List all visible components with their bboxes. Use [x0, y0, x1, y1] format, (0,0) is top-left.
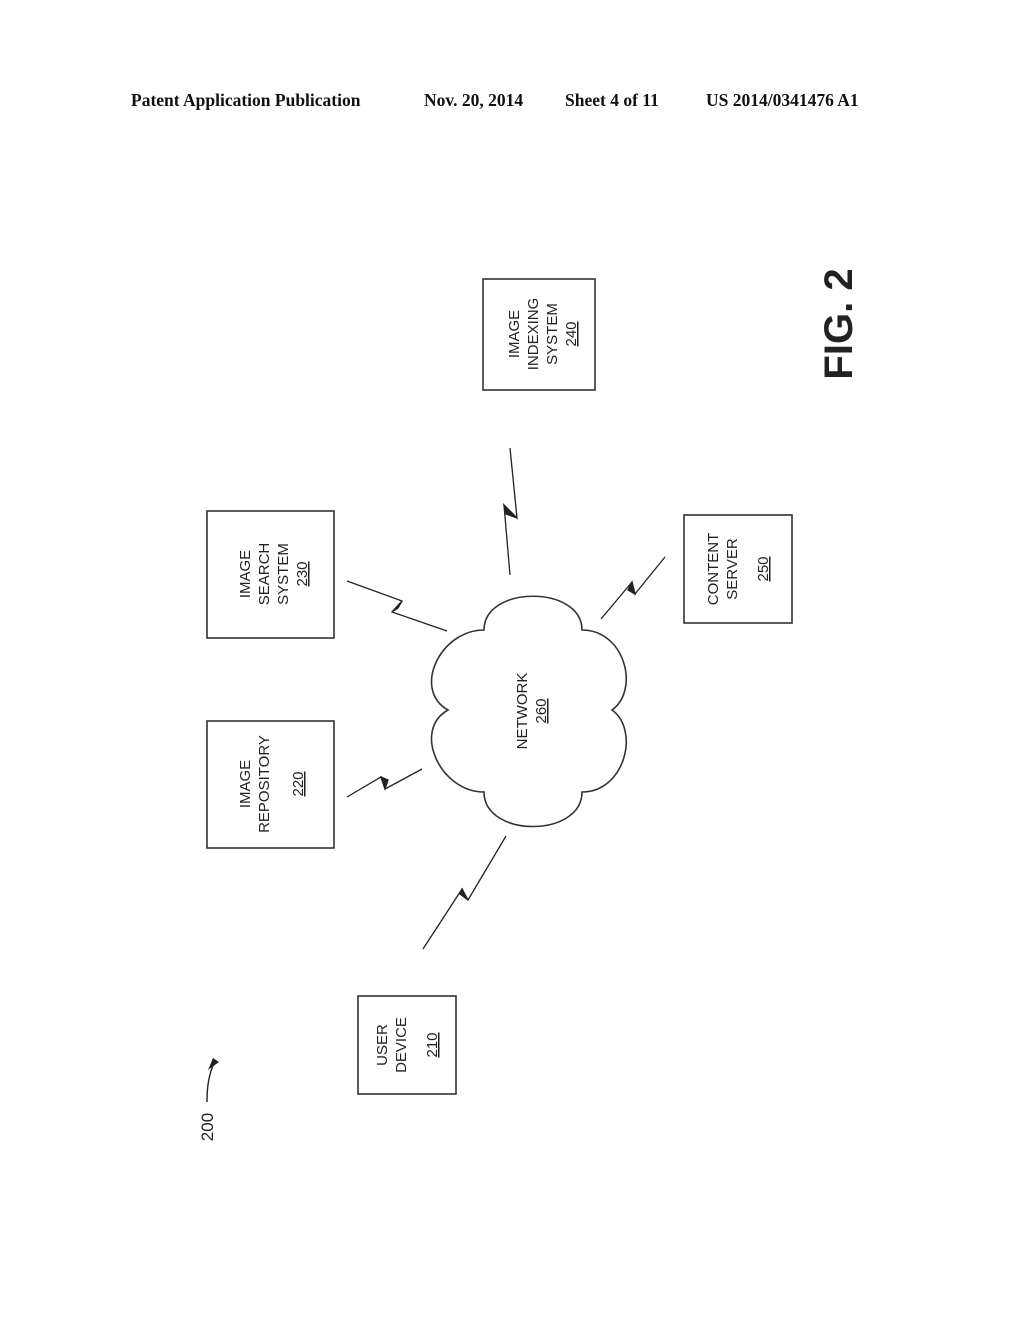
node-label-line: USER	[374, 1024, 391, 1066]
node-label-line: DEVICE	[393, 1017, 410, 1073]
node-ref: 230	[294, 561, 311, 586]
node-label-line: REPOSITORY	[256, 735, 273, 833]
node-label-line: IMAGE	[506, 310, 523, 358]
node-user-device: USER DEVICE 210	[357, 995, 457, 1095]
node-ref: 240	[563, 321, 580, 346]
node-label-line: INDEXING	[525, 298, 542, 371]
node-image-indexing-system: IMAGE INDEXING SYSTEM 240	[482, 278, 596, 391]
node-ref: 210	[424, 1032, 441, 1057]
lightning-bolt-icon	[502, 502, 518, 519]
node-label-line: SERVER	[724, 538, 741, 600]
arrowhead-icon	[208, 1058, 219, 1070]
node-image-search-system: IMAGE SEARCH SYSTEM 230	[206, 510, 335, 639]
figure-ref-number: 200	[198, 1113, 217, 1141]
node-label-line: IMAGE	[237, 760, 254, 808]
node-label-line: SYSTEM	[544, 303, 561, 365]
node-label-line: SYSTEM	[275, 543, 292, 605]
node-label-line: SEARCH	[256, 543, 273, 606]
lightning-bolt-icon	[459, 887, 469, 901]
figure-reference: 200	[198, 1058, 219, 1141]
lightning-bolt-icon	[391, 600, 403, 613]
lightning-bolt-icon	[627, 580, 637, 596]
node-network: NETWORK 260	[430, 595, 628, 828]
node-ref: 250	[755, 556, 772, 581]
node-ref: 220	[290, 771, 307, 796]
node-label-line: IMAGE	[237, 550, 254, 598]
reference-arrow	[206, 1062, 215, 1103]
node-label-line: CONTENT	[705, 533, 722, 606]
node-image-repository: IMAGE REPOSITORY 220	[206, 720, 335, 849]
node-label-line: NETWORK	[514, 673, 531, 750]
lightning-bolt-icon	[379, 775, 389, 792]
node-ref: 260	[533, 698, 550, 723]
node-content-server: CONTENT SERVER 250	[683, 514, 793, 624]
figure-label: FIG. 2	[817, 268, 861, 379]
network-diagram: FIG. 2 IMAGE INDEXING SYSTEM 240 IMAGE S…	[198, 268, 861, 1141]
